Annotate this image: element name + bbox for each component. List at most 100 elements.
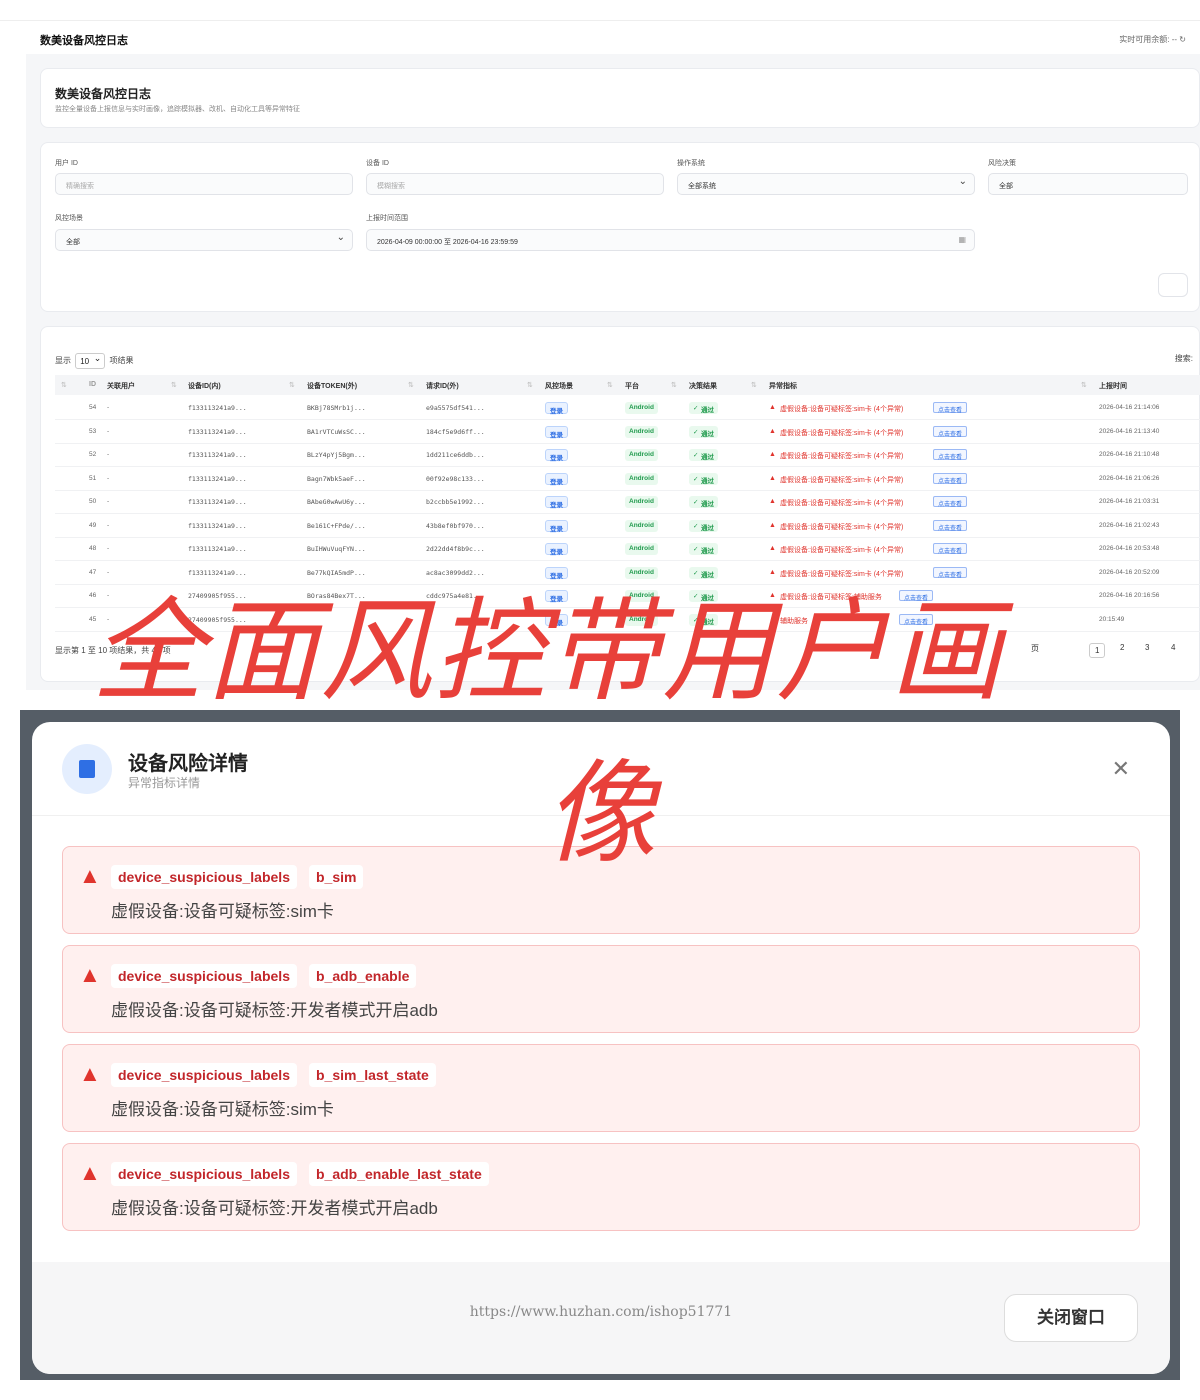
col-decision[interactable]: 决策结果 [689,381,717,391]
cell-token: BKBj78SMrb1j... [307,404,366,412]
view-detail-button[interactable]: 点击查看 [933,449,968,461]
cell-token: BLzY4pYj5Bgm... [307,451,366,459]
time-range-input[interactable]: 2026-04-09 00:00:00 至 2026-04-16 23:59:5… [366,229,975,251]
cell-user: - [107,568,110,576]
col-token[interactable]: 设备TOKEN(外) [307,381,357,391]
col-device[interactable]: 设备ID(内) [188,381,221,391]
user-id-input[interactable]: 精确搜索 [55,173,353,195]
time-range-label: 上报时间范围 [366,215,408,222]
cell-id: 52 [89,451,97,458]
col-user[interactable]: 关联用户 [107,381,135,391]
cell-time: 2026-04-16 20:53:48 [1099,545,1160,552]
view-detail-button[interactable]: 点击查看 [933,472,968,485]
page-4[interactable]: 4 [1171,643,1175,652]
view-detail-button[interactable]: 点击查看 [933,543,968,555]
cell-request-id: ac8ac3099dd2... [426,568,485,577]
cell-time: 2026-04-16 21:13:40 [1099,427,1160,435]
col-time[interactable]: 上报时间 [1099,381,1127,391]
sort-icon[interactable]: ⇅ [607,381,613,389]
sort-icon[interactable]: ⇅ [527,381,533,389]
cell-token: Bagn7Wbk5aeF... [307,474,366,483]
page: 数美设备风控日志 实时可用余额: -- ↻ 数美设备风控日志 监控全量设备上报信… [0,0,1200,1400]
risk-description: 虚假设备:设备可疑标签:sim卡 [111,1100,334,1119]
cell-user: - [107,521,110,529]
warning-icon: ▲ [79,1160,101,1185]
platform-badge: Android [625,543,658,555]
platform-badge: Android [625,402,658,414]
risk-description: 虚假设备:设备可疑标签:sim卡 [111,902,334,921]
view-detail-button[interactable]: 点击查看 [933,425,968,438]
risk-key-tag: device_suspicious_labels [111,865,297,889]
cell-device-id: f133113241a9... [188,451,247,459]
risk-key-tag: device_suspicious_labels [111,964,297,988]
sort-icon[interactable]: ⇅ [1081,381,1087,389]
table-row: 52 - f133113241a9... BLzY4pYj5Bgm... 1dd211c… [55,444,1200,467]
risk-code-tag: b_adb_enable_last_state [309,1162,489,1186]
sort-icon[interactable]: ⇅ [408,381,414,389]
balance-label: 实时可用余额: -- [1119,35,1178,44]
view-detail-button[interactable]: 点击查看 [933,402,968,414]
scene-select[interactable]: 全部 [55,229,353,251]
cell-request-id: 00f92e98c133... [426,474,485,483]
cell-id: 49 [89,521,97,529]
view-detail-button[interactable]: 点击查看 [933,496,968,508]
refresh-icon[interactable]: ↻ [1179,35,1186,44]
sort-icon[interactable]: ⇅ [289,381,295,389]
entries-label: 项结果 [109,356,134,366]
platform-badge: Android [625,449,658,461]
page-3[interactable]: 3 [1145,643,1149,652]
cell-id: 50 [89,498,97,505]
cell-token: Be77kQIA5mdP... [307,568,366,577]
page-title: 数美设备风控日志 [55,87,152,101]
close-icon[interactable]: ✕ [1112,756,1130,782]
abnormal-text: 虚假设备:设备可疑标签:sim卡 (4个异常) [780,406,904,413]
device-id-input[interactable]: 模糊搜索 [366,173,664,195]
table-row: 50 - f133113241a9... BAbeG0wAwU6y... b2ccbb5… [55,491,1200,514]
page-length-control: 显示 10 项结果 [55,353,133,369]
page-prev[interactable]: 页 [1031,643,1039,654]
os-select[interactable]: 全部系统 [677,173,975,195]
table-header: ⇅ ID 关联用户 ⇅ 设备ID(内) ⇅ 设备TOKEN(外) ⇅ 请求ID(… [55,375,1200,395]
cell-time: 2026-04-16 21:03:31 [1099,498,1160,505]
col-request[interactable]: 请求ID(外) [426,381,459,391]
decision-badge: 通过 ✓ [689,496,718,508]
reset-button[interactable] [1158,273,1188,297]
sort-icon[interactable]: ⇅ [171,381,177,389]
abnormal-text: 虚假设备:设备可疑标签:sim卡 (4个异常) [780,523,904,531]
cell-token: BuIHWuVuqFYN... [307,545,366,553]
platform-badge: Android [625,566,658,579]
cell-id: 51 [89,474,97,482]
sort-icon[interactable]: ⇅ [61,381,67,389]
check-icon: ✓ [693,569,699,577]
check-icon: ✓ [693,428,699,436]
sort-icon[interactable]: ⇅ [671,381,677,389]
view-detail-button[interactable]: 点击查看 [933,566,968,579]
abnormal-text: 虚假设备:设备可疑标签:sim卡 (4个异常) [780,547,904,554]
scene-badge: 登录 [545,543,568,556]
app-title: 数美设备风控日志 [40,35,128,47]
col-platform[interactable]: 平台 [625,381,639,391]
col-abnormal[interactable]: 异常指标 [769,381,797,391]
sort-icon[interactable]: ⇅ [751,381,757,389]
filter-card: 用户 ID 精确搜索 设备 ID 模糊搜索 操作系统 全部系统 风险决策 全部 … [40,142,1200,312]
page-size-select[interactable]: 10 [75,353,106,369]
view-detail-button[interactable]: 点击查看 [933,519,968,532]
decision-badge: 通过 ✓ [689,425,718,438]
abnormal-text: 虚假设备:设备可疑标签:sim卡 (4个异常) [780,429,904,437]
col-id[interactable]: ID [89,381,96,388]
warning-icon: ▲ [769,545,776,552]
cell-time: 2026-04-16 21:10:48 [1099,451,1160,458]
cell-time: 20:15:49 [1099,615,1125,623]
col-scene[interactable]: 风控场景 [545,381,573,391]
abnormal-text: 虚假设备:设备可疑标签:sim卡 (4个异常) [780,476,904,484]
decision-badge: 通过 ✓ [689,519,718,532]
table-search[interactable]: 搜索: [1175,353,1193,364]
decision-select[interactable]: 全部 [988,173,1188,195]
table-row: 49 - f133113241a9... Be161C+FPde/... 43b8ef0… [55,515,1200,538]
page-2[interactable]: 2 [1120,643,1124,652]
scene-badge: 登录 [545,566,568,580]
page-1[interactable]: 1 [1089,643,1106,658]
close-window-button[interactable]: 关闭窗口 [1004,1294,1138,1342]
cell-device-id: f133113241a9... [188,568,247,577]
cell-device-id: f133113241a9... [188,498,247,506]
